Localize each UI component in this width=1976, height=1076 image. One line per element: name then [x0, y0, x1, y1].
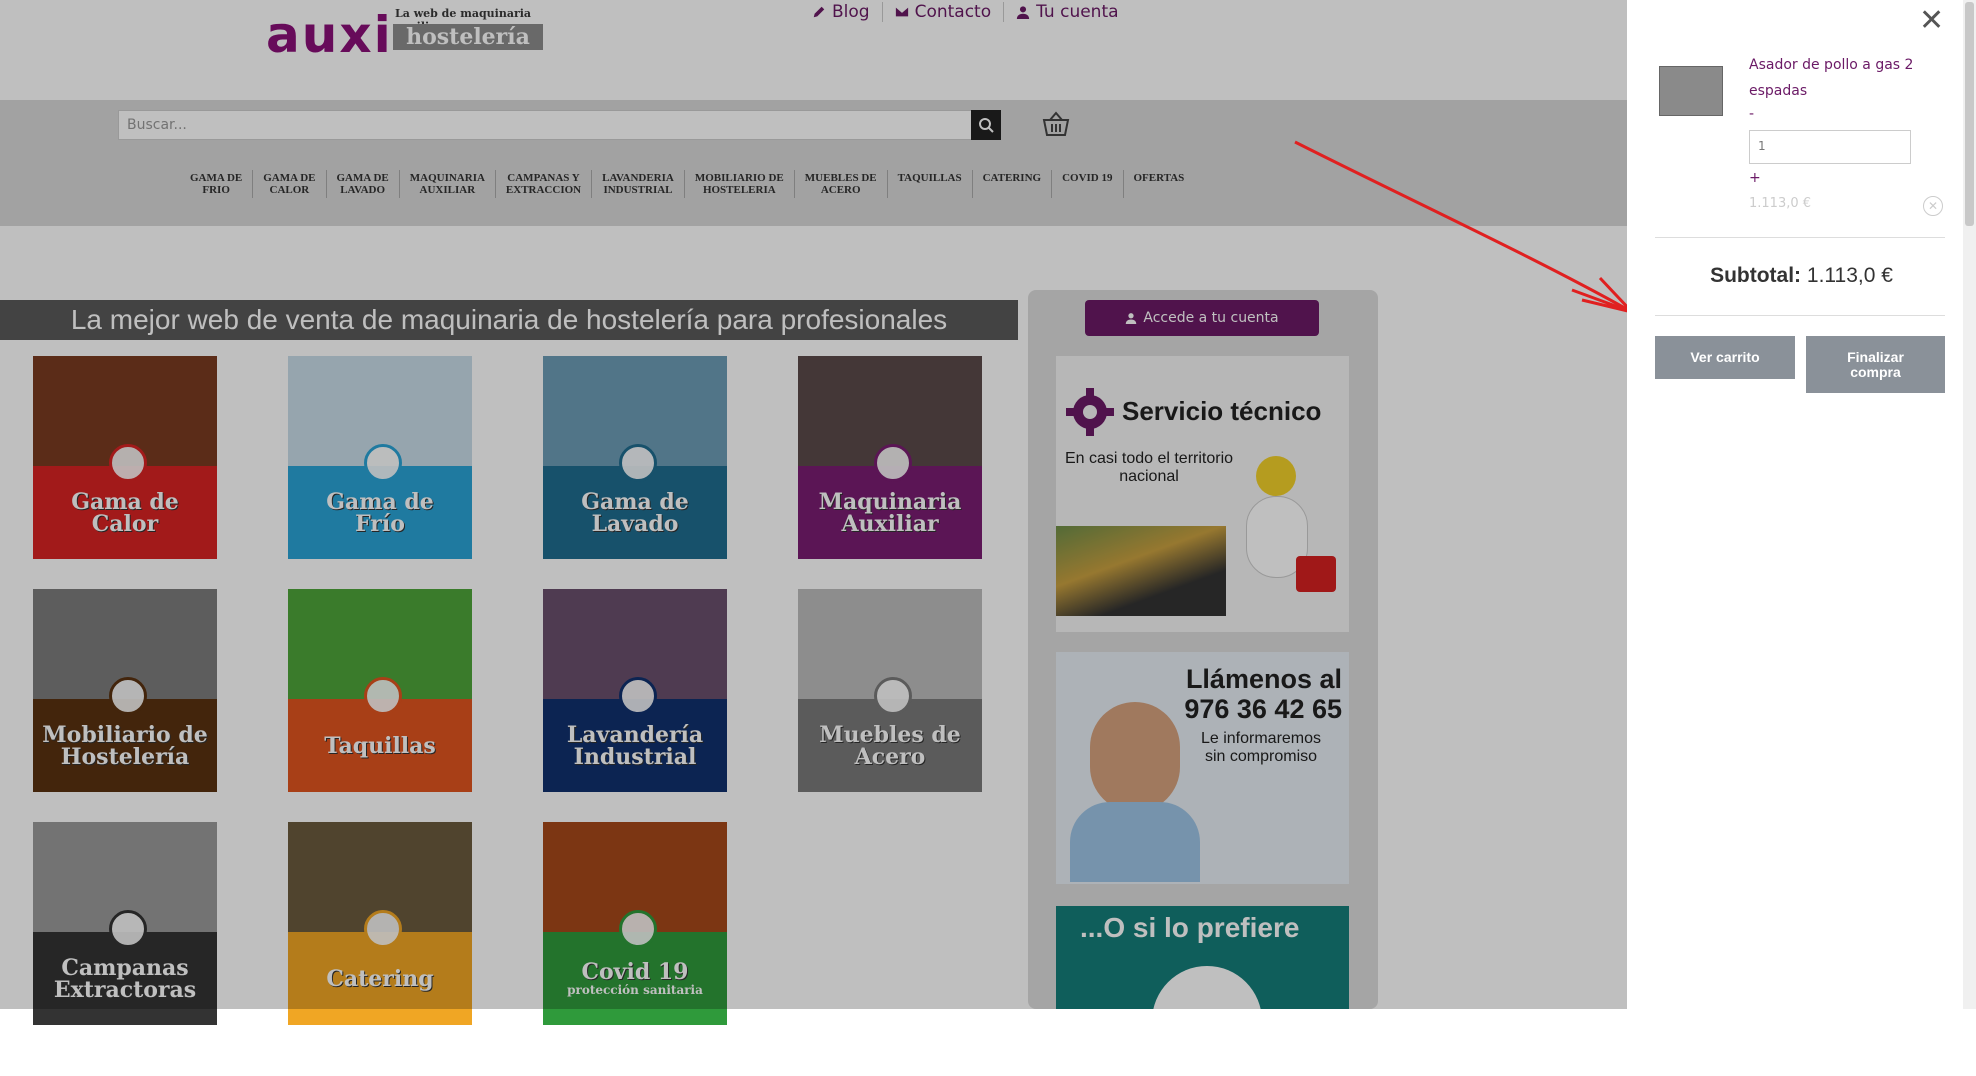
subtotal-value: 1.113,0 € — [1806, 264, 1893, 287]
product-name-link[interactable]: Asador de pollo a gas 2 espadas — [1749, 52, 1949, 104]
divider — [1655, 237, 1945, 238]
remove-item-icon[interactable]: ✕ — [1923, 196, 1943, 216]
cart-drawer: ✕ Asador de pollo a gas 2 espadas - 1 + … — [1627, 0, 1976, 1009]
scrollbar[interactable] — [1963, 0, 1976, 1009]
divider — [1655, 315, 1945, 316]
product-thumbnail[interactable] — [1659, 66, 1723, 116]
qty-increase[interactable]: + — [1749, 170, 1761, 186]
subtotal-label: Subtotal: — [1710, 264, 1802, 287]
product-price: 1.113,0 € — [1749, 196, 1812, 211]
quantity-input[interactable]: 1 — [1749, 130, 1911, 164]
view-cart-button[interactable]: Ver carrito — [1655, 336, 1795, 379]
close-icon[interactable]: ✕ — [1919, 6, 1944, 36]
main-page: auxi La web de maquinaria auxiliar hoste… — [0, 0, 1627, 1076]
annotation-arrow — [1294, 140, 1627, 313]
subtotal: Subtotal: 1.113,0 € — [1627, 264, 1976, 288]
scrollbar-thumb[interactable] — [1965, 2, 1974, 226]
checkout-button[interactable]: Finalizar compra — [1806, 336, 1945, 393]
qty-decrease[interactable]: - — [1749, 106, 1754, 122]
